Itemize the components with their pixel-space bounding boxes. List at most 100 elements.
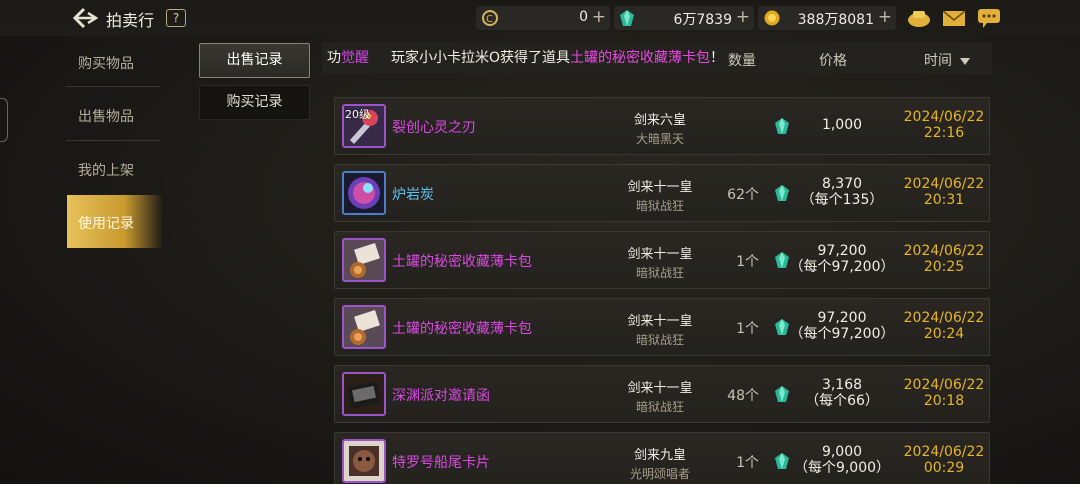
item-price: 3,168 （每个66） — [785, 377, 899, 409]
item-thumbnail[interactable] — [342, 171, 386, 215]
record-row[interactable]: 土罐的秘密收藏薄卡包 剑来十一皇 暗狱战狂 1个 97,200 （每个97,200） 202… — [334, 231, 990, 289]
price-total: 8,370 — [821, 176, 863, 192]
gold-coin-icon: C — [482, 10, 498, 26]
currency-coin: 388万8081 + — [758, 6, 896, 30]
help-button[interactable]: ? — [166, 9, 186, 27]
seller-info: 剑来六皇 大暗黑天 — [585, 109, 735, 147]
seller-name: 剑来十一皇 — [627, 314, 693, 329]
gem-value: 6万7839 — [673, 12, 732, 28]
record-time: 2024/06/22 22:16 — [901, 109, 987, 141]
chat-icon[interactable] — [977, 8, 1001, 28]
green-gem-icon — [620, 10, 634, 26]
nav-usage-records[interactable]: 使用记录 — [67, 195, 163, 248]
price-per-unit: （每个66） — [805, 393, 879, 409]
record-row[interactable]: 深渊派对邀请函 剑来十一皇 暗狱战狂 48个 3,168 （每个66） 2024/06/22… — [334, 365, 990, 423]
record-time: 2024/06/22 20:25 — [901, 243, 987, 275]
seller-info: 剑来九皇 光明颂唱者 — [585, 444, 735, 482]
record-date: 2024/06/22 — [903, 310, 985, 326]
add-coin-button[interactable]: + — [878, 7, 892, 27]
mailbox-tray-icon[interactable] — [907, 8, 931, 28]
column-price: 价格 — [819, 53, 847, 69]
seller-name: 剑来十一皇 — [627, 381, 693, 396]
column-time-sort[interactable]: 时间 — [924, 50, 970, 70]
sort-down-icon — [960, 57, 970, 65]
currency-gold: C 0 + — [476, 6, 610, 30]
record-row[interactable]: 土罐的秘密收藏薄卡包 剑来十一皇 暗狱战狂 1个 97,200 （每个97,200） 202… — [334, 298, 990, 356]
record-date: 2024/06/22 — [903, 109, 985, 125]
currency-gem: 6万7839 + — [614, 6, 754, 30]
item-thumbnail[interactable] — [342, 305, 386, 349]
record-date: 2024/06/22 — [903, 176, 985, 192]
item-level: 20级 — [345, 108, 370, 121]
price-per-unit: （每个97,200） — [789, 326, 895, 342]
tab-sell-records[interactable]: 出售记录 — [199, 43, 310, 78]
tab-buy-records[interactable]: 购买记录 — [199, 85, 310, 120]
marquee-item: 土罐的秘密收藏薄卡包 — [570, 50, 711, 66]
marquee-prefix: 功 — [327, 50, 341, 66]
nav-buy-items[interactable]: 购买物品 — [78, 53, 134, 73]
nav-usage-records-label: 使用记录 — [78, 216, 134, 232]
record-date: 2024/06/22 — [903, 243, 985, 259]
seller-info: 剑来十一皇 暗狱战狂 — [585, 310, 735, 348]
record-clock: 20:24 — [923, 326, 965, 342]
announcement-marquee: 功觉醒 玩家小小卡拉米O获得了道具土罐的秘密收藏薄卡包！ — [327, 47, 724, 67]
yellow-coin-icon — [764, 10, 780, 26]
item-name: 裂创心灵之刃 — [392, 120, 476, 136]
page-title: 拍卖行 — [106, 11, 155, 30]
column-qty: 数量 — [728, 53, 756, 69]
item-quantity: 1个 — [736, 321, 759, 337]
item-price: 1,000 — [785, 117, 899, 133]
item-price: 97,200 （每个97,200） — [785, 243, 899, 275]
item-thumbnail[interactable] — [342, 372, 386, 416]
nav-divider — [66, 140, 160, 141]
marquee-suffix: ！ — [710, 50, 725, 66]
seller-guild: 大暗黑天 — [635, 132, 684, 146]
item-thumbnail[interactable]: 20级 — [342, 104, 386, 148]
item-name: 特罗号船尾卡片 — [392, 455, 490, 471]
item-thumbnail[interactable] — [342, 238, 386, 282]
record-time: 2024/06/22 20:18 — [901, 377, 987, 409]
item-thumbnail[interactable] — [342, 439, 386, 483]
record-row[interactable]: 炉岩炭 剑来十一皇 暗狱战狂 62个 8,370 （每个135） 2024/06/22 20:… — [334, 164, 990, 222]
item-price: 97,200 （每个97,200） — [785, 310, 899, 342]
item-quantity: 48个 — [727, 388, 759, 404]
nav-my-listings[interactable]: 我的上架 — [78, 160, 134, 180]
item-name: 土罐的秘密收藏薄卡包 — [392, 254, 532, 270]
record-row[interactable]: 特罗号船尾卡片 剑来九皇 光明颂唱者 1个 9,000 （每个9,000） 2024/06/… — [334, 432, 990, 484]
back-arrow-icon[interactable] — [72, 6, 98, 30]
nav-divider — [66, 86, 160, 87]
seller-info: 剑来十一皇 暗狱战狂 — [585, 377, 735, 415]
price-per-unit: （每个9,000） — [793, 460, 891, 476]
item-name: 炉岩炭 — [392, 187, 434, 203]
seller-name: 剑来九皇 — [633, 448, 686, 463]
item-price: 9,000 （每个9,000） — [785, 444, 899, 476]
seller-guild: 暗狱战狂 — [635, 333, 684, 347]
seller-info: 剑来十一皇 暗狱战狂 — [585, 176, 735, 214]
seller-name: 剑来六皇 — [633, 113, 686, 128]
record-clock: 20:18 — [923, 393, 965, 409]
seller-guild: 光明颂唱者 — [629, 467, 690, 481]
seller-name: 剑来十一皇 — [627, 180, 693, 195]
side-drawer-handle[interactable] — [0, 98, 8, 142]
price-total: 97,200 — [817, 243, 867, 259]
add-gem-button[interactable]: + — [736, 7, 750, 27]
mail-icon[interactable] — [942, 8, 966, 28]
seller-info: 剑来十一皇 暗狱战狂 — [585, 243, 735, 281]
coin-value: 388万8081 — [797, 12, 874, 28]
gold-value: 0 — [579, 9, 588, 25]
record-clock: 20:25 — [923, 259, 965, 275]
svg-text:C: C — [486, 14, 493, 25]
marquee-text: 玩家小小卡拉米O获得了道具 — [391, 50, 571, 66]
seller-guild: 暗狱战狂 — [635, 199, 684, 213]
seller-guild: 暗狱战狂 — [635, 400, 684, 414]
nav-sell-items[interactable]: 出售物品 — [78, 106, 134, 126]
record-row[interactable]: 20级裂创心灵之刃 剑来六皇大暗黑天 1,000 2024/06/22 22:16 — [334, 97, 990, 155]
record-clock: 00:29 — [923, 460, 965, 476]
item-name: 土罐的秘密收藏薄卡包 — [392, 321, 532, 337]
price-per-unit: （每个135） — [800, 192, 884, 208]
add-gold-button[interactable]: + — [592, 7, 606, 27]
record-time: 2024/06/22 20:31 — [901, 176, 987, 208]
price-total: 3,168 — [821, 377, 863, 393]
seller-name: 剑来十一皇 — [627, 247, 693, 262]
seller-guild: 暗狱战狂 — [635, 266, 684, 280]
